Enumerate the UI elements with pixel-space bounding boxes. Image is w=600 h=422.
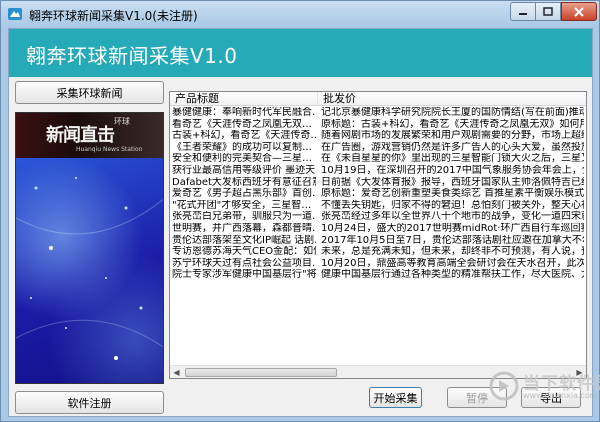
list-item[interactable]: Dafabet大发标西班牙有意征召意… 日前据《大发体育报》报导，西班牙国家队主帅… (170, 177, 586, 189)
app-logo-icon (8, 8, 22, 20)
export-button[interactable]: 导出 (521, 387, 581, 408)
list-item[interactable]: 安全和便利的完美契合—三星… 在《未自星星的你》里出现的三星智能门锁大火之后，三星… (170, 153, 586, 165)
title-bar[interactable]: 翱奔环球新闻采集V1.0(未注册) (1, 1, 599, 27)
app-header-title: 翱奔环球新闻采集V1.0 (26, 44, 238, 68)
start-collect-button[interactable]: 开始采集 (369, 387, 422, 408)
scroll-thumb[interactable] (185, 368, 337, 377)
list-item-title: 张亮峦白兄弟带，驯服只为一道… (172, 211, 316, 223)
minimize-icon (519, 12, 527, 15)
list-item-title: 《王者荣耀》的成功可以复制… (172, 141, 312, 153)
list-item-title: Dafabet大发标西班牙有意征召意… (172, 176, 316, 188)
list-item-title: 获行业最高信用等级评价 墨迹天… (172, 164, 316, 176)
list-item-preview: 10月24日，盛大的2017世明赛midRot·环广西自行车巡回赛落幕，环广 (321, 222, 584, 234)
list-item[interactable]: 看奇艺《天涯传奇之凤凰无双… 原标题：古装+科幻，看奇艺《天涯传奇之凤凰无双》如何… (170, 119, 586, 131)
list-item-title: "花式开团"才够安全，三星智… (172, 199, 312, 211)
list-item-title: 专访恩德苏海天气CEO金配：如何找钱… (172, 246, 316, 258)
list-item-preview: 随着网剧市场的发展繁荣和用户观剧需要的分野，市场上超级IP网剧 (321, 130, 584, 142)
register-button[interactable]: 软件注册 (15, 391, 164, 414)
list-item-title: 暴健健康：奉响新时代军民融合… (172, 107, 316, 118)
scroll-left-icon[interactable]: ◀ (170, 366, 183, 378)
list-item-title: 古装+科幻，看奇艺《天涯传奇… (172, 130, 316, 142)
list-item-preview: 记北京暴健康科学研究院院长王厦的国防情结(写在前面)推动 (321, 107, 584, 118)
list-item-title: 爱奇艺《男子超占黑乐部》首创… (172, 188, 316, 200)
list-item-title: 看奇艺《天涯传奇之凤凰无双… (172, 118, 312, 130)
scroll-right-icon[interactable]: ▶ (573, 366, 586, 378)
close-icon (574, 6, 584, 17)
list-item[interactable]: 《王者荣耀》的成功可以复制… 在广告圈，游戏营销仍然是许多广告人的心头大爱，虽然投… (170, 142, 586, 154)
column-header-price[interactable]: 批发价 (318, 92, 586, 106)
app-window: 翱奔环球新闻采集V1.0(未注册) 翱奔环球新闻采集V1.0 采集环球新闻 环球… (0, 0, 600, 422)
list-item-preview: 原标题：爱奇艺创新重塑美食类综艺 首推星素平衡娱乐模式如今，所 (321, 188, 584, 200)
pause-button[interactable]: 暂停 (447, 387, 507, 408)
list-item-preview: 2017年10月5日至7日，贵伦达部落话剧社应邀在加拿大不尔加里，埃 (321, 234, 584, 246)
window-title: 翱奔环球新闻采集V1.0(未注册) (29, 9, 198, 23)
banner-sparkle-graphic (16, 177, 163, 360)
list-item[interactable]: 获行业最高信用等级评价 墨迹天… 10月19日，在深圳召开的2017中国气象服务协… (170, 165, 586, 177)
maximize-icon (543, 7, 553, 16)
banner-logo-text: 新闻直击 (46, 125, 115, 146)
list-item[interactable]: 世明赛，并广西落幕，森都普晴… 10月24日，盛大的2017世明赛midRot·环… (170, 223, 586, 235)
list-item[interactable]: "花式开团"才够安全，三星智… 不懂丢失钥匙，归家不得的窘迫！总怕刻门被关外，整天… (170, 200, 586, 212)
horizontal-scrollbar[interactable]: ◀ ▶ (170, 365, 586, 378)
list-item-preview: 在广告圈，游戏营销仍然是许多广告人的心头大爱，虽然投放量多 (321, 141, 584, 153)
news-list[interactable]: 产品标题 批发价 暴健健康：奉响新时代军民融合… 记北京暴健康科学研究院院长王厦的… (169, 91, 587, 379)
list-item[interactable]: 暴健健康：奉响新时代军民融合… 记北京暴健康科学研究院院长王厦的国防情结(写在前面… (170, 107, 586, 119)
list-body: 暴健健康：奉响新时代军民融合… 记北京暴健康科学研究院院长王厦的国防情结(写在前面… (170, 107, 586, 365)
list-item[interactable]: 爱奇艺《男子超占黑乐部》首创… 原标题：爱奇艺创新重塑美食类综艺 首推星素平衡娱乐… (170, 188, 586, 200)
banner-tag-text: Huanqiu News Station (76, 146, 143, 153)
app-header: 翱奔环球新闻采集V1.0 (9, 29, 592, 77)
column-header-title[interactable]: 产品标题 (170, 92, 318, 106)
list-item[interactable]: 古装+科幻，看奇艺《天涯传奇… 随着网剧市场的发展繁荣和用户观剧需要的分野，市场上… (170, 130, 586, 142)
list-item[interactable]: 张亮峦白兄弟带，驯服只为一道… 张亮峦经过多年以全世界八十个地市的战争，变化一道四… (170, 211, 586, 223)
list-header: 产品标题 批发价 (170, 92, 586, 106)
list-item-title: 安全和便利的完美契合—三星… (172, 153, 312, 165)
list-item-preview: 在《未自星星的你》里出现的三星智能门锁大火之后，三星又推出了 (321, 153, 584, 165)
list-item-preview: 健康中国基层行通过各种类型的精准帮扶工作，尽大医院、大专家的 (321, 269, 584, 281)
list-item[interactable]: 院士专家涉军健康中国基层行"将… 健康中国基层行通过各种类型的精准帮扶工作，尽大医… (170, 269, 586, 281)
maximize-button[interactable] (536, 2, 561, 21)
collect-news-button[interactable]: 采集环球新闻 (15, 81, 164, 104)
list-item-preview: 日前据《大发体育报》报导，西班牙国家队主帅洛佩特吉已经向意大 (321, 176, 584, 188)
list-item-title: 世明赛，并广西落幕，森都普晴… (172, 222, 316, 234)
list-item-title: 院士专家涉军健康中国基层行"将… (172, 269, 316, 281)
list-item[interactable]: 专访恩德苏海天气CEO金配：如何找钱… 未来，总是充满未知，但未来，却终非不可预测… (170, 246, 586, 258)
list-item-preview: 原标题：古装+科幻，看奇艺《天涯传奇之凤凰无双》如何用小成本 (321, 118, 584, 130)
banner-small-text: 环球 (114, 117, 130, 126)
minimize-button[interactable] (510, 2, 536, 21)
list-item-title: 贵伦达部落架至文化IP崛起 话剧… (172, 234, 316, 246)
banner-header: 环球 新闻直击 Huanqiu News Station (16, 113, 163, 158)
banner-image (16, 158, 163, 383)
news-banner: 环球 新闻直击 Huanqiu News Station (15, 112, 164, 384)
list-item[interactable]: 贵伦达部落架至文化IP崛起 话剧… 2017年10月5日至7日，贵伦达部落话剧社应… (170, 235, 586, 247)
list-item-title: 苏宁环球天过有点社会公益项目… (172, 257, 316, 269)
list-item-preview: 未来，总是充满未知，但未来，却终非不可预测，有人说，预见未来 (321, 246, 584, 258)
list-item-preview: 10月19日，在深圳召开的2017中国气象服务协会年会上，全球最大天 (321, 164, 584, 176)
list-item-preview: 不懂丢失钥匙，归家不得的窘迫！总怕刻门被关外，整天心神不宁的 (321, 199, 584, 211)
list-item[interactable]: 苏宁环球天过有点社会公益项目… 10月20日，鼎盛高等教育高端全会研讨会在天水召开… (170, 258, 586, 270)
list-item-preview: 10月20日，鼎盛高等教育高端全会研讨会在天水召开，此次研讨会于 (321, 257, 584, 269)
close-button[interactable] (561, 2, 597, 21)
client-area: 翱奔环球新闻采集V1.0 采集环球新闻 环球 新闻直击 Huanqiu News… (8, 28, 593, 417)
list-item-preview: 张亮峦经过多年以全世界八十个地市的战争，变化一道四宋就成为了 (321, 211, 584, 223)
